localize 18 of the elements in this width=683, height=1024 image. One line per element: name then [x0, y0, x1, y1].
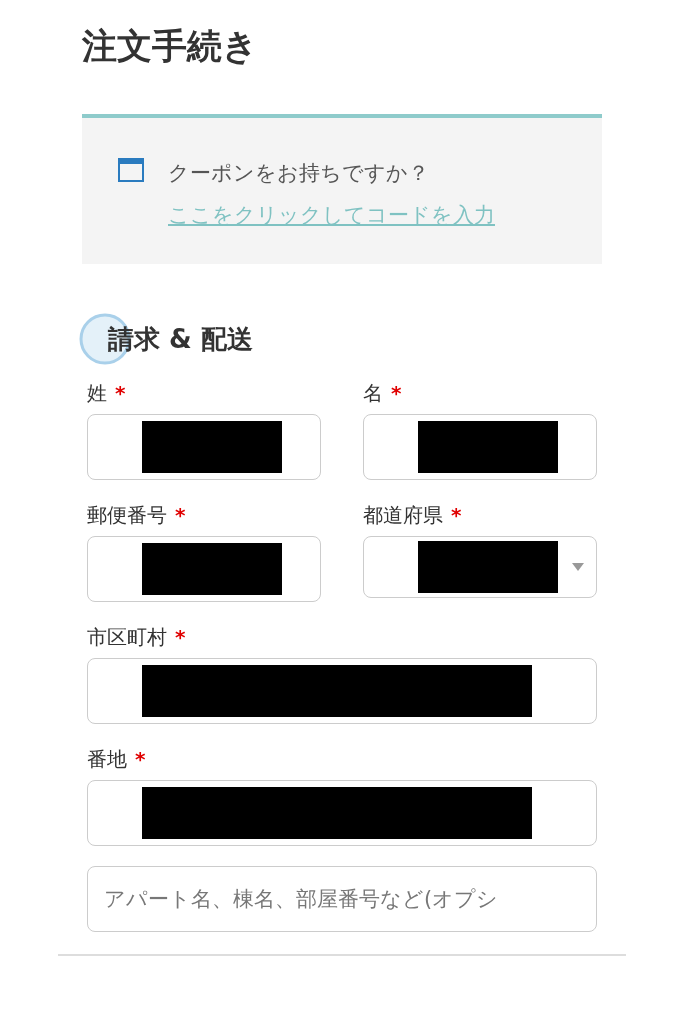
field-label: 都道府県 *	[363, 502, 462, 529]
input-field[interactable]	[363, 414, 597, 480]
section-title: 請求 & 配送	[108, 322, 253, 356]
caret-icon	[572, 563, 584, 571]
window-icon	[118, 158, 144, 182]
input-field[interactable]	[87, 414, 321, 480]
page-title: 注文手続き	[82, 25, 258, 68]
input-field[interactable]	[87, 658, 597, 724]
field-label: 姓 *	[87, 380, 126, 407]
input-field[interactable]	[87, 536, 321, 602]
field-label: 市区町村 *	[87, 624, 186, 651]
field-label: 名 *	[363, 380, 402, 407]
field-label: 郵便番号 *	[87, 502, 186, 529]
input-field[interactable]: アパート名、棟名、部屋番号など(オプシ	[87, 866, 597, 932]
input-field[interactable]	[87, 780, 597, 846]
coupon-text: クーポンをお持ちですか？ ここをクリックしてコードを入力	[168, 160, 496, 229]
field-label: 番地 *	[87, 746, 146, 773]
select-field[interactable]	[363, 536, 597, 598]
